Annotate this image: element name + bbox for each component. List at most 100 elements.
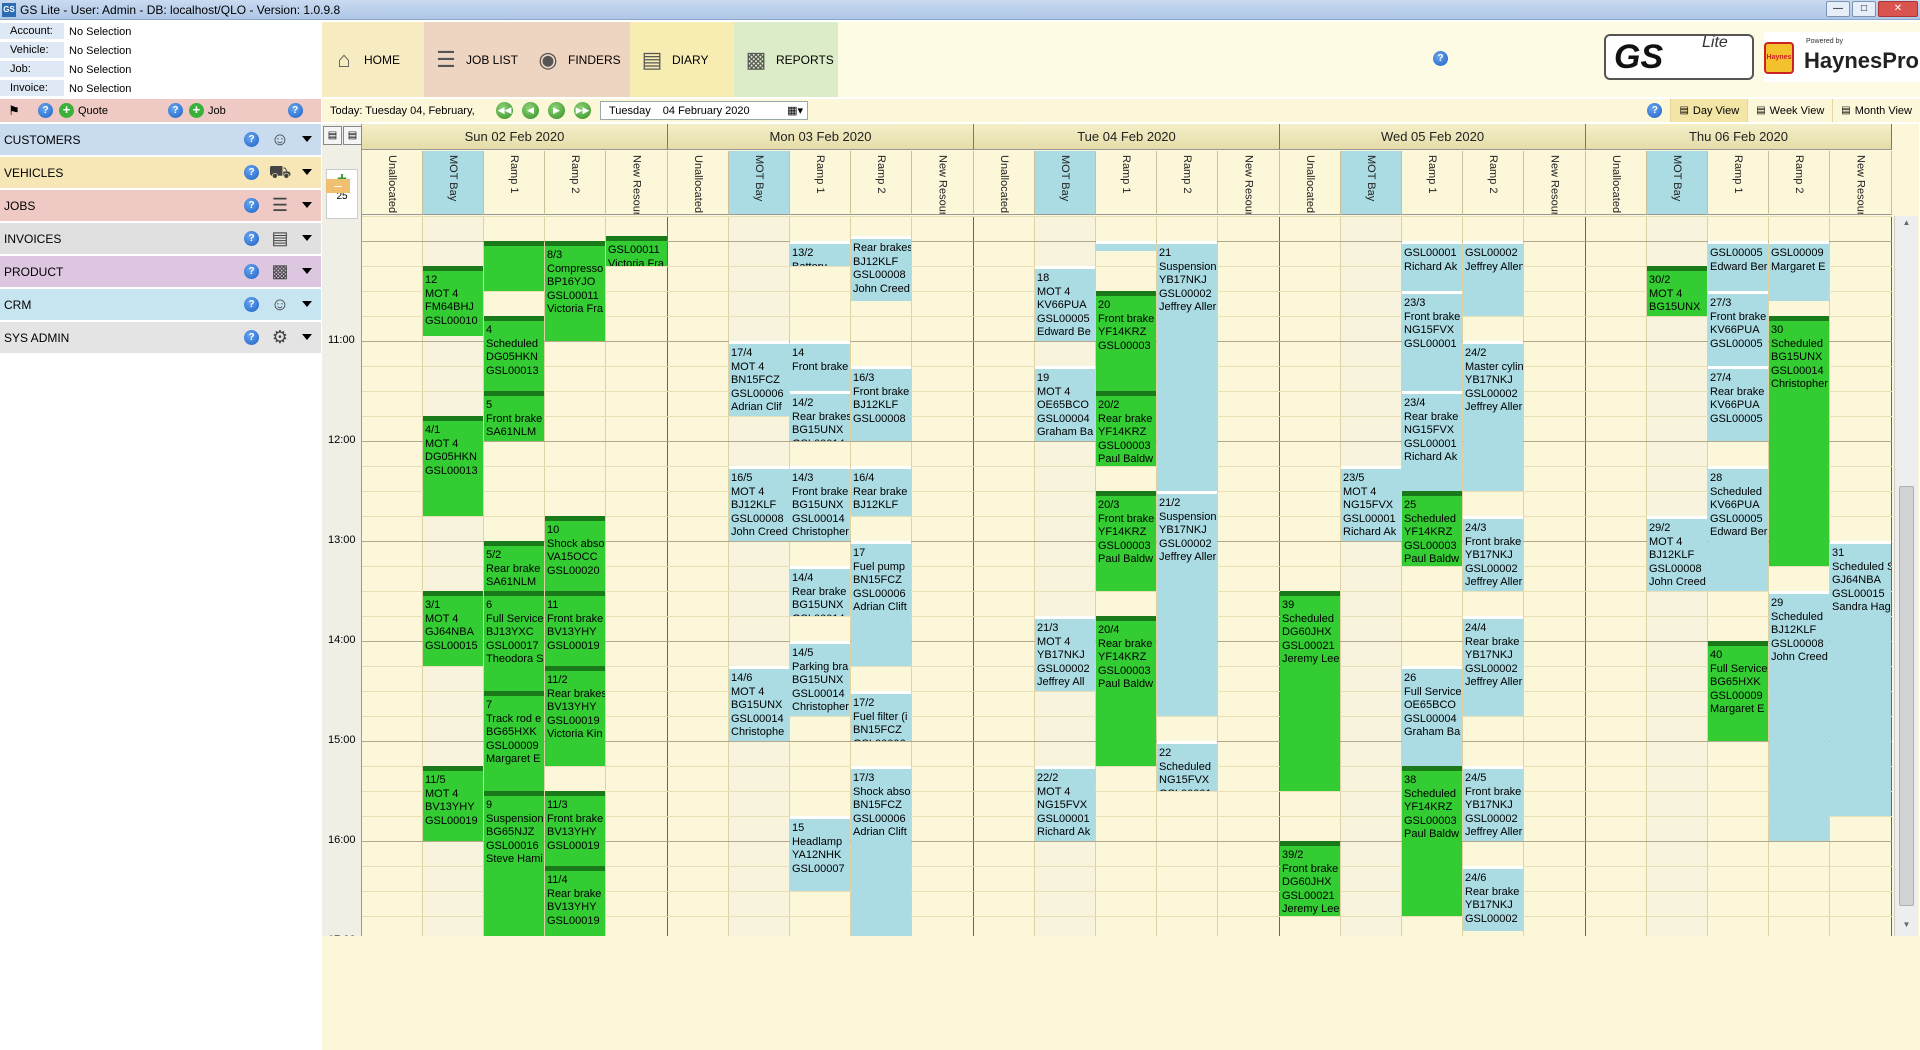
appointment-block[interactable]: 7 Track rod e BG65HXK GSL00009 Margaret E (484, 691, 544, 791)
appointment-block[interactable]: 14/4Rear brakeBG15UNX GSL00014 (790, 566, 850, 616)
help-icon[interactable]: ? (244, 231, 259, 246)
month-view-button[interactable]: ▤ Month View (1832, 99, 1920, 122)
appointment-block[interactable]: 24/4 Rear brake YB17NKJ GSL00002 Jeffrey All… (1463, 616, 1523, 716)
day-view-button[interactable]: ▤ Day View (1670, 99, 1748, 122)
job-list-button[interactable]: ☰ JOB LIST (424, 22, 526, 97)
expand-icon[interactable]: ▤ (343, 126, 362, 145)
scrollbar-thumb[interactable] (1899, 486, 1914, 906)
resource-column[interactable] (1586, 216, 1647, 936)
sidebar-item-sys-admin[interactable]: SYS ADMIN? ⚙ (0, 322, 321, 353)
appointment-block[interactable]: GSL00002 Jeffrey Allen (1463, 241, 1523, 316)
resource-header[interactable]: Ramp 2 (1769, 151, 1830, 215)
resource-header[interactable]: MOT Bay (423, 151, 484, 215)
appointment-block[interactable]: 20 Front brake YF14KRZ GSL00003 (1096, 291, 1156, 391)
resource-header[interactable]: MOT Bay (729, 151, 790, 215)
appointment-block[interactable]: 21/3 MOT 4 YB17NKJ GSL00002 Jeffrey All (1035, 616, 1095, 691)
appointment-block[interactable]: 20/3 Front brake YF14KRZ GSL00003 Paul Baldw (1096, 491, 1156, 591)
chevron-down-icon[interactable] (302, 202, 312, 208)
appointment-block[interactable]: 14/6 MOT 4 BG15UNX GSL00014 Christophe (729, 666, 789, 741)
appointment-block[interactable]: 24/6 Rear brake YB17NKJ GSL00002 (1463, 866, 1523, 931)
diary-button[interactable]: ▤ DIARY (630, 22, 734, 97)
appointment-block[interactable]: 19 MOT 4 OE65BCO GSL00004 Graham Ba (1035, 366, 1095, 441)
help-icon[interactable]: ? (244, 165, 259, 180)
day-header[interactable]: Sun 02 Feb 2020 (362, 124, 668, 150)
appointment-block[interactable]: 11/3 Front brake BV13YHY GSL00019 (545, 791, 605, 866)
resource-header[interactable]: New Resour (1524, 151, 1586, 215)
appointment-block[interactable]: 16/4 Rear brake BJ12KLF (851, 466, 911, 516)
appointment-block[interactable] (1096, 241, 1156, 251)
vertical-scrollbar[interactable]: ▲ ▼ (1894, 216, 1918, 936)
calendar-dropdown-icon[interactable]: ▦▾ (787, 104, 803, 117)
appointment-block[interactable]: 12 MOT 4 FM64BHJ GSL00010 (423, 266, 483, 336)
resource-header[interactable]: Ramp 2 (851, 151, 912, 215)
appointment-block[interactable]: GSL00001 Richard Ak (1402, 241, 1462, 291)
appointment-block[interactable]: 29/2 MOT 4 BJ12KLF GSL00008 John Creed (1647, 516, 1707, 591)
appointment-block[interactable]: 40 Full Service BG65HXK GSL00009 Margaret E (1708, 641, 1768, 741)
day-header[interactable]: Mon 03 Feb 2020 (668, 124, 974, 150)
resource-column[interactable] (1524, 216, 1586, 936)
resource-header[interactable]: New Resour (912, 151, 974, 215)
appointment-block[interactable]: 5/2 Rear brake SA61NLM (484, 541, 544, 591)
appointment-block[interactable]: 9 Suspension BG65NJZ GSL00016 Steve Hami (484, 791, 544, 936)
resource-column[interactable] (1280, 216, 1341, 936)
resource-column[interactable] (668, 216, 729, 936)
appointment-block[interactable]: 24/5 Front brake YB17NKJ GSL00002 Jeffrey Al… (1463, 766, 1523, 841)
resource-header[interactable]: MOT Bay (1647, 151, 1708, 215)
appointment-block[interactable]: 23/5 MOT 4 NG15FVX GSL00001 Richard Ak (1341, 466, 1401, 541)
resource-header[interactable]: Unallocated (362, 151, 423, 215)
sidebar-item-product[interactable]: PRODUCT? ▩ (0, 256, 321, 287)
resource-header[interactable]: Ramp 1 (484, 151, 545, 215)
appointment-block[interactable]: 14/5 Parking bra BG15UNX GSL00014 Christophe… (790, 641, 850, 716)
appointment-block[interactable]: 20/4 Rear brake YF14KRZ GSL00003 Paul Baldw (1096, 616, 1156, 766)
appointment-block[interactable]: 16/5 MOT 4 BJ12KLF GSL00008 John Creed (729, 466, 789, 541)
chevron-down-icon[interactable] (302, 268, 312, 274)
resource-header[interactable]: Ramp 1 (1096, 151, 1157, 215)
scroll-down-icon[interactable]: ▼ (1899, 920, 1914, 934)
resource-column[interactable] (1218, 216, 1280, 936)
appointment-block[interactable]: 29 Scheduled BJ12KLF GSL00008 John Creed (1769, 591, 1829, 841)
appointment-block[interactable]: Rear brakes BJ12KLF GSL00008 John Creed (851, 236, 911, 301)
next-arrow-icon[interactable]: ▶ (548, 102, 565, 119)
prev-arrow-icon[interactable]: ◀ (522, 102, 539, 119)
appointment-block[interactable]: 22/2 MOT 4 NG15FVX GSL00001 Richard Ak (1035, 766, 1095, 841)
resource-column[interactable] (974, 216, 1035, 936)
help-icon[interactable]: ? (244, 330, 259, 345)
appointment-block[interactable]: 14 Front brake (790, 341, 850, 391)
appointment-block[interactable]: 17/4 MOT 4 BN15FCZ GSL00006 Adrian Clif (729, 341, 789, 416)
resource-header[interactable]: Ramp 2 (545, 151, 606, 215)
appointment-block[interactable]: GSL00009 Margaret E (1769, 241, 1829, 301)
appointment-block[interactable]: 24/2 Master cylin YB17NKJ GSL00002 Jeffrey A… (1463, 341, 1523, 491)
appointment-block[interactable]: 5 Front brake SA61NLM (484, 391, 544, 441)
appointment-block[interactable]: 21/2 Suspension YB17NKJ GSL00002 Jeffrey All… (1157, 491, 1217, 716)
first-arrow-icon[interactable]: ◀◀ (496, 102, 513, 119)
resource-column[interactable] (606, 216, 668, 936)
appointment-block[interactable]: 11/2 Rear brakes BV13YHY GSL00019 Victoria K… (545, 666, 605, 766)
resource-header[interactable]: Unallocated (1586, 151, 1647, 215)
day-header[interactable]: Tue 04 Feb 2020 (974, 124, 1280, 150)
appointment-block[interactable]: 31 Scheduled S GJ64NBA GSL00015 Sandra Hag (1830, 541, 1891, 816)
resource-header[interactable]: Ramp 2 (1463, 151, 1524, 215)
appointment-block[interactable]: 3/1 MOT 4 GJ64NBA GSL00015 (423, 591, 483, 666)
resource-header[interactable]: Unallocated (668, 151, 729, 215)
help-icon[interactable]: ? (167, 103, 183, 118)
resource-header[interactable]: Ramp 1 (1708, 151, 1769, 215)
maximize-button[interactable]: □ (1852, 1, 1876, 17)
help-icon[interactable]: ? (244, 297, 259, 312)
sidebar-item-jobs[interactable]: JOBS? ☰ (0, 190, 321, 221)
appointment-block[interactable]: 11/4 Rear brake BV13YHY GSL00019 (545, 866, 605, 936)
resource-column[interactable] (362, 216, 423, 936)
appointment-block[interactable]: 14/2Rear brakesBG15UNX GSL00014 (790, 391, 850, 441)
sidebar-item-invoices[interactable]: INVOICES? ▤ (0, 223, 321, 254)
appointment-block[interactable]: 16/3 Front brake BJ12KLF GSL00008 (851, 366, 911, 441)
help-icon[interactable]: ? (244, 198, 259, 213)
last-arrow-icon[interactable]: ▶▶ (574, 102, 591, 119)
resource-header[interactable]: Ramp 2 (1157, 151, 1218, 215)
appointment-block[interactable]: GSL00011 Victoria Fra (606, 236, 667, 266)
sidebar-item-crm[interactable]: CRM? ☺ (0, 289, 321, 320)
appointment-block[interactable]: 11/5 MOT 4 BV13YHY GSL00019 (423, 766, 483, 841)
finders-button[interactable]: ◉ FINDERS (526, 22, 630, 97)
resource-column[interactable] (912, 216, 974, 936)
resource-header[interactable]: New Resour (1218, 151, 1280, 215)
appointment-block[interactable]: 30/2MOT 4BG15UNXGSL00014Christophe (1647, 266, 1707, 316)
appointment-block[interactable]: 14/3 Front brake BG15UNX GSL00014 Christophe… (790, 466, 850, 541)
